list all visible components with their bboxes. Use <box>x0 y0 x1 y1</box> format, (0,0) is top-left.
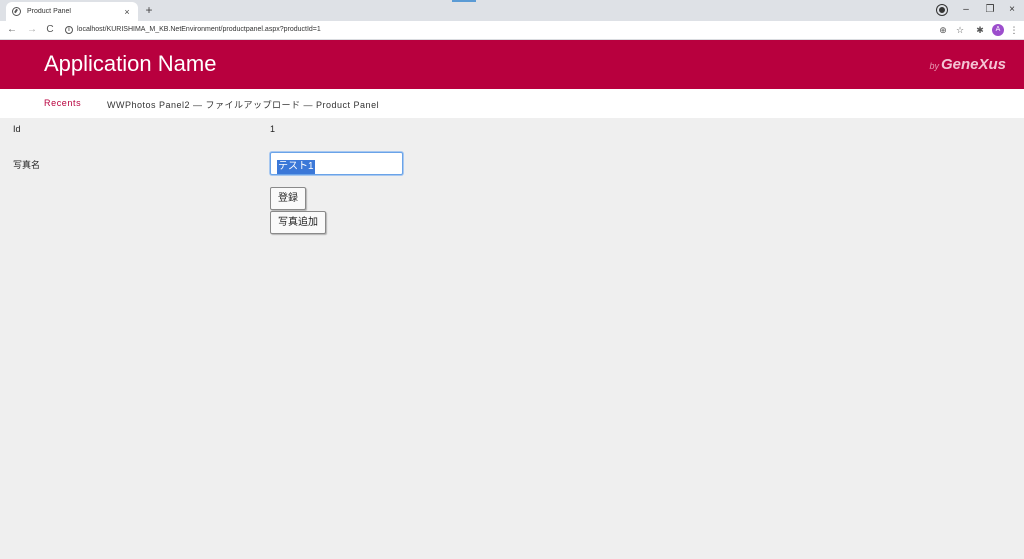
breadcrumb-path[interactable]: WWPhotos Panel2 — ファイルアップロード — Product P… <box>107 98 379 111</box>
tab-search-icon[interactable] <box>937 5 947 15</box>
photo-name-value: テスト1 <box>277 160 315 174</box>
close-window-button[interactable]: × <box>1004 2 1020 18</box>
breadcrumb: Recents WWPhotos Panel2 — ファイルアップロード — P… <box>0 89 1024 118</box>
app-header: Application Name by GeneXus <box>0 40 1024 89</box>
restore-button[interactable]: ❐ <box>982 2 998 18</box>
browser-tab[interactable]: Product Panel × <box>6 2 138 21</box>
new-tab-button[interactable]: + <box>142 3 156 17</box>
photo-name-label: 写真名 <box>13 160 41 170</box>
bookmark-star-icon[interactable]: ☆ <box>954 24 966 36</box>
browser-menu-icon[interactable]: ⋮ <box>1008 24 1020 36</box>
add-photo-button[interactable]: 写真追加 <box>270 211 326 234</box>
brand-name: GeneXus <box>940 56 1006 73</box>
browser-addressbar: ← → C i localhost/KURISHIMA_M_KB.NetEnvi… <box>0 21 1024 40</box>
site-info-icon[interactable]: i <box>65 26 73 34</box>
extensions-icon[interactable]: ✱ <box>974 24 986 36</box>
url-field[interactable]: localhost/KURISHIMA_M_KB.NetEnvironment/… <box>77 24 321 36</box>
register-button[interactable]: 登録 <box>270 187 306 210</box>
profile-avatar[interactable]: A <box>992 24 1004 36</box>
tab-close-icon[interactable]: × <box>122 7 132 17</box>
id-value: 1 <box>270 124 276 134</box>
back-button[interactable]: ← <box>6 23 18 37</box>
minimize-button[interactable]: – <box>958 2 974 18</box>
app-name[interactable]: Application Name <box>44 51 216 77</box>
photo-name-input[interactable]: テスト1 <box>270 152 403 175</box>
genexus-logo: by GeneXus <box>929 57 1006 74</box>
tab-title: Product Panel <box>27 8 71 15</box>
recents-link[interactable]: Recents <box>44 98 81 108</box>
browser-tabstrip: Product Panel × + – ❐ × <box>0 0 1024 21</box>
id-label: Id <box>13 124 21 134</box>
zoom-icon[interactable]: ⊕ <box>937 24 949 36</box>
brand-by: by <box>929 61 939 71</box>
globe-icon <box>12 7 21 16</box>
reload-button[interactable]: C <box>44 23 56 37</box>
tabstrip-accent <box>452 0 476 2</box>
forward-button[interactable]: → <box>26 23 38 37</box>
